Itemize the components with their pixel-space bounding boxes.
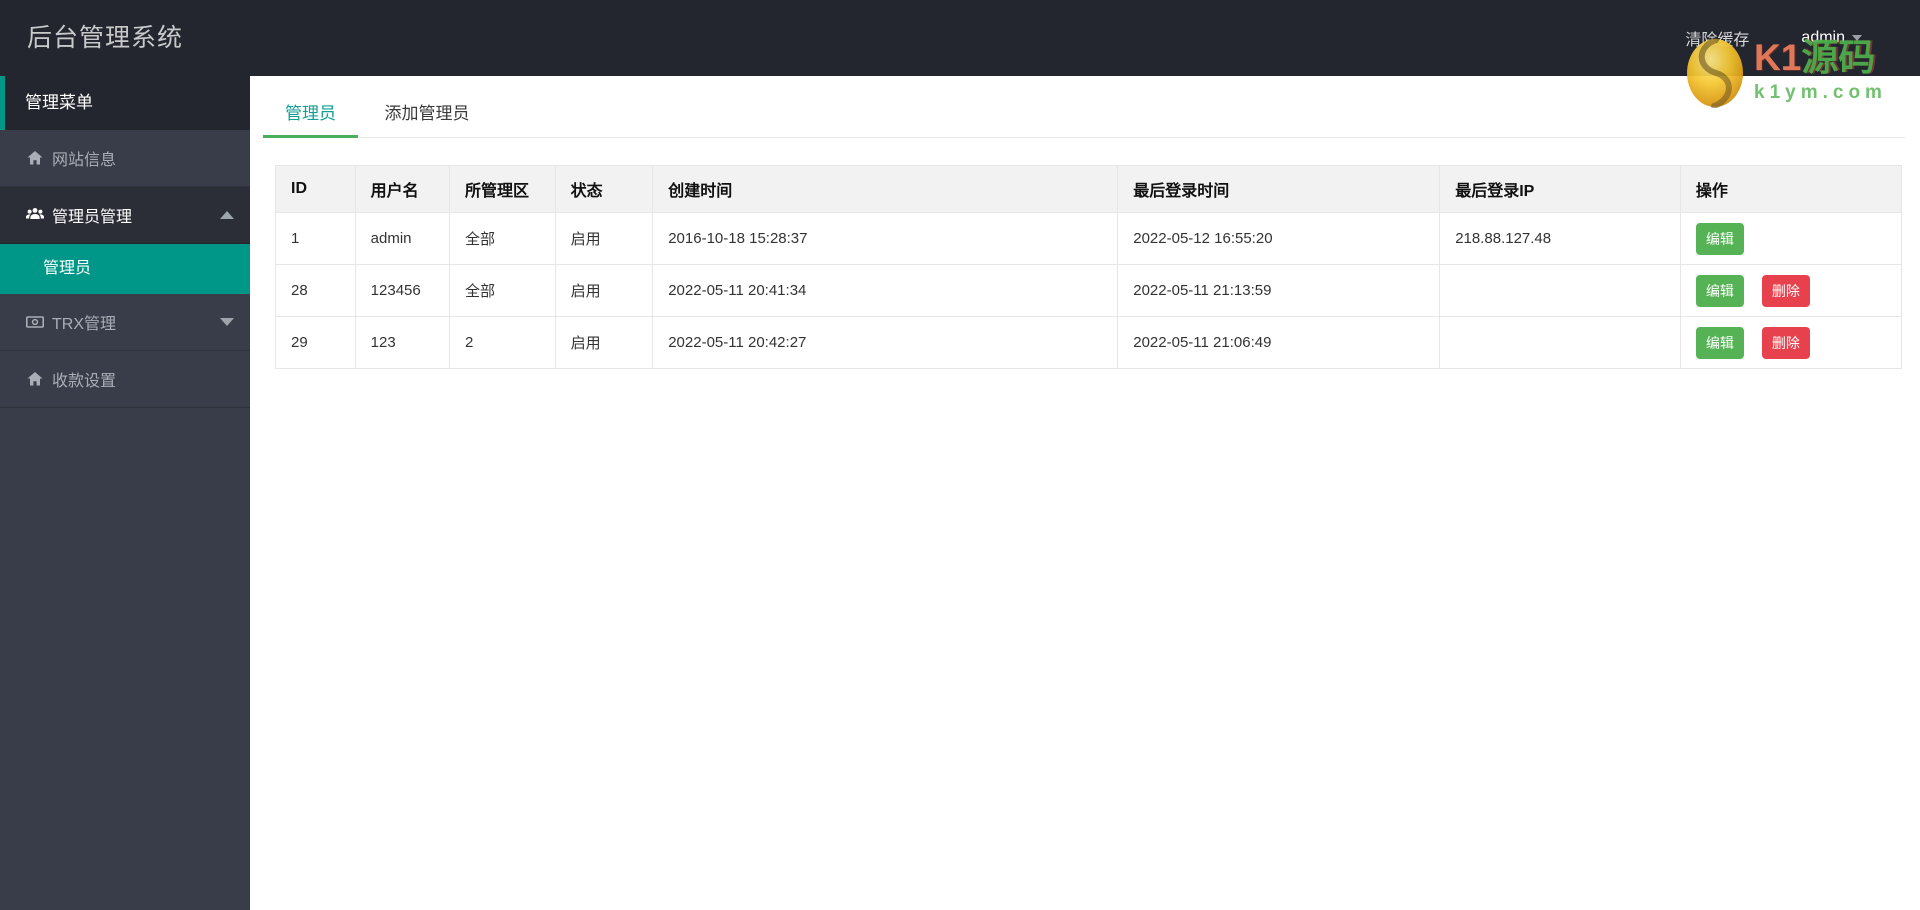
id-cell: 1 [275,212,356,265]
status-cell: 启用 [554,212,654,265]
username-cell: 123 [354,316,450,369]
chevron-up-icon [220,211,234,219]
admin-table: ID 用户名 所管理区 状态 创建时间 最后登录时间 最后登录IP 操作 1 ad… [275,165,1903,369]
actions-cell: 编辑 删除 [1679,316,1903,369]
username-cell: admin [354,212,450,265]
last-ip-cell [1439,264,1681,317]
status-cell: 启用 [554,264,654,317]
sidebar-item-admin[interactable]: 管理员 [0,244,250,294]
region-cell: 全部 [448,264,556,317]
money-icon [26,316,44,328]
delete-button[interactable]: 删除 [1761,274,1810,307]
admin-dropdown[interactable]: admin [1801,29,1862,47]
id-cell: 29 [275,316,356,369]
col-id: ID [275,165,356,213]
chevron-down-icon [1852,35,1862,41]
col-created: 创建时间 [652,165,1119,213]
col-actions: 操作 [1679,165,1903,213]
table-row: 1 admin 全部 启用 2016-10-18 15:28:37 2022-05-12 … [275,212,1903,265]
sidebar: 管理菜单 网站信息 管理员管理 管理员 TRX管理 收款设置 [0,76,250,910]
col-region: 所管理区 [448,165,556,213]
sidebar-item-admin-management[interactable]: 管理员管理 [0,187,250,244]
main-content: 管理员 添加管理员 ID 用户名 所管理区 状态 创建时间 最后登录时间 最后登… [250,76,1920,910]
tab-admin[interactable]: 管理员 [263,90,358,138]
last-login-cell: 2022-05-12 16:55:20 [1117,212,1441,265]
sidebar-header-label: 管理菜单 [25,93,93,112]
actions-cell: 编辑 删除 [1679,264,1903,317]
tab-add-admin[interactable]: 添加管理员 [362,90,491,137]
actions-cell: 编辑 [1679,212,1903,265]
created-cell: 2022-05-11 20:41:34 [652,264,1119,317]
last-ip-cell: 218.88.127.48 [1439,212,1681,265]
edit-button[interactable]: 编辑 [1695,222,1744,255]
id-cell: 28 [275,264,356,317]
status-cell: 启用 [554,316,654,369]
region-cell: 2 [448,316,556,369]
table-row: 29 123 2 启用 2022-05-11 20:42:27 2022-05-11 21… [275,316,1903,369]
tab-bar: 管理员 添加管理员 [263,90,1905,138]
table-body: 1 admin 全部 启用 2016-10-18 15:28:37 2022-05-12 … [275,212,1903,369]
sidebar-header: 管理菜单 [0,76,250,130]
sidebar-item-label: TRX管理 [52,316,117,333]
sidebar-item-trx-management[interactable]: TRX管理 [0,294,250,351]
region-cell: 全部 [448,212,556,265]
admin-username: admin [1801,29,1845,46]
chevron-down-icon [220,318,234,326]
created-cell: 2022-05-11 20:42:27 [652,316,1119,369]
delete-button[interactable]: 删除 [1761,326,1810,359]
col-status: 状态 [554,165,654,213]
clear-cache-link[interactable]: 清除缓存 [1685,26,1749,50]
table-row: 28 123456 全部 启用 2022-05-11 20:41:34 2022-05-1… [275,264,1903,317]
sidebar-item-label: 网站信息 [52,152,117,169]
last-ip-cell [1439,316,1681,369]
col-last-login: 最后登录时间 [1117,165,1441,213]
topbar-right: 清除缓存 admin [1685,0,1862,76]
users-icon [26,208,44,219]
last-login-cell: 2022-05-11 21:06:49 [1117,316,1441,369]
sidebar-item-website-info[interactable]: 网站信息 [0,130,250,187]
sidebar-item-label: 管理员管理 [52,209,133,226]
username-cell: 123456 [354,264,450,317]
edit-button[interactable]: 编辑 [1695,274,1744,307]
app-title: 后台管理系统 [27,24,184,52]
sidebar-item-label: 收款设置 [52,373,117,390]
topbar: 后台管理系统 清除缓存 admin [0,0,1920,76]
sidebar-subitem-label: 管理员 [43,260,92,277]
home-icon [27,151,43,165]
last-login-cell: 2022-05-11 21:13:59 [1117,264,1441,317]
col-last-ip: 最后登录IP [1439,165,1681,213]
sidebar-item-payment-settings[interactable]: 收款设置 [0,351,250,408]
col-username: 用户名 [354,165,450,213]
home-icon [27,372,43,386]
table-header-row: ID 用户名 所管理区 状态 创建时间 最后登录时间 最后登录IP 操作 [275,165,1903,213]
created-cell: 2016-10-18 15:28:37 [652,212,1119,265]
edit-button[interactable]: 编辑 [1695,326,1744,359]
